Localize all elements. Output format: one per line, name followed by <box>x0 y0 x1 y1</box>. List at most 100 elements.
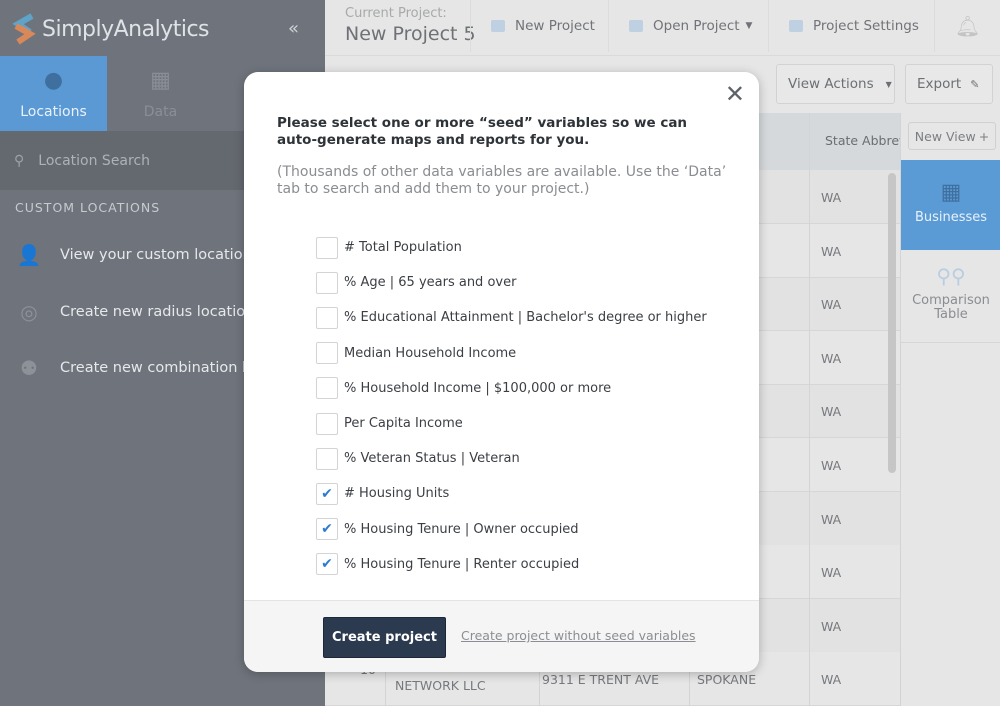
current-project: Current Project: New Project 5 <box>345 6 476 45</box>
view-label: Comparison Table <box>912 293 990 322</box>
button-label: Open Project <box>653 18 740 34</box>
create-without-seed-link[interactable]: Create project without seed variables <box>461 628 696 643</box>
search-placeholder: Location Search <box>38 152 151 169</box>
seed-option[interactable]: % Veteran Status | Veteran <box>316 441 707 476</box>
plus-icon: + <box>978 128 990 144</box>
tab-label: Locations <box>20 104 87 120</box>
option-label: Per Capita Income <box>344 416 463 432</box>
current-label: Current Project: <box>345 6 447 21</box>
cell-state: WA <box>821 404 842 420</box>
seed-option[interactable]: ✔ # Housing Units <box>316 476 707 511</box>
cell-state: WA <box>821 297 842 313</box>
collapse-sidebar-icon[interactable]: « <box>288 18 299 39</box>
checkbox[interactable] <box>316 271 338 294</box>
option-label: % Educational Attainment | Bachelor's de… <box>344 310 707 326</box>
create-project-button[interactable]: Create project <box>323 617 446 658</box>
button-label: New View <box>914 128 976 144</box>
checkmark-icon: ✔ <box>321 485 333 502</box>
new-project-button[interactable]: New Project <box>470 0 608 52</box>
caret-down-icon: ▼ <box>745 21 753 31</box>
modal-title: Please select one or more “seed” variabl… <box>277 115 688 148</box>
button-label: Project Settings <box>813 18 919 34</box>
checkbox-checked[interactable]: ✔ <box>316 553 338 576</box>
radius-pin-icon: ◎ <box>20 300 38 324</box>
button-label: Export <box>917 76 962 92</box>
seed-option[interactable]: ✔ % Housing Tenure | Renter occupied <box>316 547 707 582</box>
notifications-bell-icon[interactable]: 🔔︎ <box>934 0 994 52</box>
views-panel: New View + ▦ Businesses ⚲⚲ Comparison Table <box>900 113 1000 706</box>
modal-footer: Create project Create project without se… <box>244 600 759 672</box>
cell-state: WA <box>821 511 842 527</box>
option-label: % Age | 65 years and over <box>344 275 517 291</box>
user-icon: 👤 <box>16 243 42 267</box>
logo-icon <box>12 13 36 45</box>
view-comparison-table[interactable]: ⚲⚲ Comparison Table <box>901 250 1000 343</box>
button-label: New Project <box>515 18 595 34</box>
seed-option[interactable]: Per Capita Income <box>316 406 707 441</box>
button-label: View Actions <box>788 76 874 92</box>
project-name: New Project 5 <box>345 23 476 45</box>
seed-option[interactable]: ✔ % Housing Tenure | Owner occupied <box>316 512 707 547</box>
checkbox[interactable] <box>316 447 338 470</box>
option-label: # Total Population <box>344 240 462 256</box>
cell-state: WA <box>821 350 842 366</box>
checkbox[interactable] <box>316 342 338 365</box>
seed-option[interactable]: % Age | 65 years and over <box>316 265 707 300</box>
seed-option[interactable]: # Total Population <box>316 230 707 265</box>
map-pin-icon: ● <box>43 68 64 93</box>
column-header-state[interactable]: State Abbrev <box>825 133 900 148</box>
cell-state: WA <box>821 618 842 634</box>
cell-address: 9311 E TRENT AVE <box>542 672 660 688</box>
tab-label: Data <box>143 104 178 120</box>
option-label: Median Household Income <box>344 345 517 361</box>
cell-state: WA <box>821 672 842 688</box>
item-label: Create new radius location <box>60 304 255 320</box>
view-businesses[interactable]: ▦ Businesses <box>901 160 1000 250</box>
option-label: # Housing Units <box>344 486 450 502</box>
comparison-pins-icon: ⚲⚲ <box>936 264 966 288</box>
export-button[interactable]: Export ✎ <box>905 64 993 104</box>
search-icon: ⚲ <box>14 152 25 169</box>
cell-city: SPOKANE <box>697 672 757 688</box>
cell-state: WA <box>821 243 842 259</box>
close-icon[interactable]: ✕ <box>725 80 745 108</box>
project-settings-button[interactable]: Project Settings <box>768 0 934 52</box>
open-project-button[interactable]: Open Project ▼ <box>608 0 768 52</box>
checkbox-checked[interactable]: ✔ <box>316 482 338 505</box>
new-view-button[interactable]: New View + <box>908 122 996 150</box>
checkbox-checked[interactable]: ✔ <box>316 518 338 541</box>
settings-icon <box>789 20 803 32</box>
combination-pin-icon: ⚉ <box>20 356 38 380</box>
app-name: SimplyAnalytics <box>42 16 210 42</box>
modal-subtitle: (Thousands of other data variables are a… <box>277 164 727 197</box>
cell-state: WA <box>821 458 842 473</box>
folder-icon <box>629 20 643 32</box>
header: Current Project: New Project 5 New Projec… <box>325 0 1000 56</box>
seed-option[interactable]: % Household Income | $100,000 or more <box>316 371 707 406</box>
cell-name: NETWORK LLC <box>395 678 486 694</box>
checkbox[interactable] <box>316 236 338 259</box>
checkbox[interactable] <box>316 412 338 435</box>
seed-option[interactable]: % Educational Attainment | Bachelor's de… <box>316 300 707 335</box>
checkbox[interactable] <box>316 306 338 329</box>
cell-state: WA <box>821 190 842 205</box>
table-scrollbar[interactable] <box>888 173 896 473</box>
seed-options: # Total Population % Age | 65 years and o… <box>316 230 707 582</box>
view-actions-button[interactable]: View Actions ▼ <box>776 64 895 104</box>
option-label: % Housing Tenure | Renter occupied <box>344 556 580 572</box>
checkbox[interactable] <box>316 377 338 400</box>
tab-data[interactable]: ▦ Data <box>107 56 214 131</box>
item-label: View your custom locations <box>60 247 260 263</box>
option-label: % Household Income | $100,000 or more <box>344 380 612 396</box>
checkmark-icon: ✔ <box>321 556 333 573</box>
building-icon: ▦ <box>940 180 962 205</box>
seed-option[interactable]: Median Household Income <box>316 336 707 371</box>
tab-locations[interactable]: ● Locations <box>0 56 107 131</box>
cell-state: WA <box>821 565 842 581</box>
section-header: CUSTOM LOCATIONS <box>15 200 161 215</box>
caret-down-icon: ▼ <box>885 79 892 89</box>
view-label: Businesses <box>914 210 988 225</box>
seed-variables-modal: ✕ Please select one or more “seed” varia… <box>244 72 759 672</box>
option-label: % Veteran Status | Veteran <box>344 451 520 467</box>
option-label: % Housing Tenure | Owner occupied <box>344 521 579 537</box>
